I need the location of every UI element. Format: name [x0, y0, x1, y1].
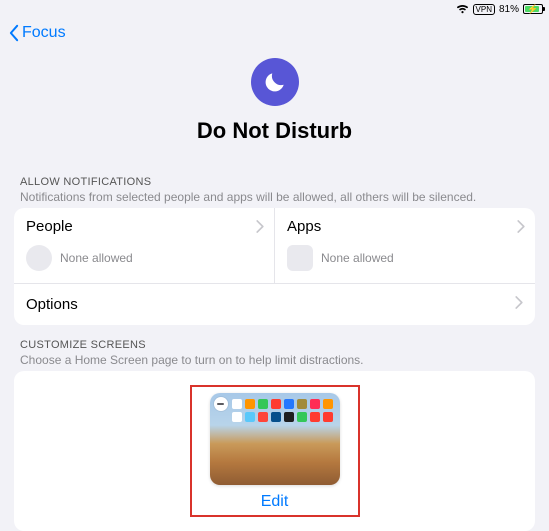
notifications-subtitle: Notifications from selected people and a… [20, 190, 529, 204]
notifications-title: ALLOW NOTIFICATIONS [20, 176, 529, 188]
options-row[interactable]: Options [14, 284, 535, 325]
apps-cell[interactable]: Apps None allowed [274, 208, 535, 283]
notifications-card: People None allowed Apps None allowed [14, 208, 535, 325]
options-label: Options [26, 296, 78, 313]
header: Do Not Disturb [0, 52, 549, 162]
notifications-section-header: ALLOW NOTIFICATIONS Notifications from s… [14, 162, 535, 208]
people-placeholder-avatar [26, 245, 52, 271]
chevron-right-icon [256, 220, 264, 238]
screens-subtitle: Choose a Home Screen page to turn on to … [20, 353, 529, 367]
screens-title: CUSTOMIZE SCREENS [20, 339, 529, 351]
back-label: Focus [22, 24, 66, 42]
apps-label: Apps [287, 218, 523, 235]
chevron-left-icon [8, 24, 20, 42]
chevron-right-icon [517, 220, 525, 238]
battery-icon: ⚡ [523, 4, 543, 14]
back-button[interactable]: Focus [0, 18, 549, 52]
wifi-icon [456, 4, 469, 14]
highlight-box: Edit [190, 385, 360, 517]
vpn-badge: VPN [473, 4, 495, 15]
moon-icon [251, 58, 299, 106]
screens-card: Edit [14, 371, 535, 531]
page-title: Do Not Disturb [0, 118, 549, 144]
home-screen-preview[interactable] [210, 393, 340, 485]
screens-section-header: CUSTOMIZE SCREENS Choose a Home Screen p… [14, 325, 535, 371]
edit-button[interactable]: Edit [261, 493, 289, 511]
people-cell[interactable]: People None allowed [14, 208, 274, 283]
apps-status: None allowed [321, 251, 394, 265]
people-label: People [26, 218, 262, 235]
status-bar: VPN 81% ⚡ [0, 0, 549, 18]
preview-app-grid [232, 399, 334, 422]
people-status: None allowed [60, 251, 133, 265]
battery-percentage: 81% [499, 4, 519, 15]
minus-icon[interactable] [214, 397, 228, 411]
chevron-right-icon [515, 296, 523, 313]
apps-placeholder-icon [287, 245, 313, 271]
